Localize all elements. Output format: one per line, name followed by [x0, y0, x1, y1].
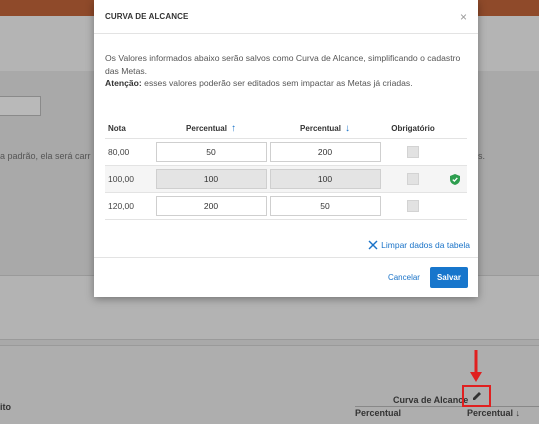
cancel-button[interactable]: Cancelar — [388, 273, 420, 282]
percentual-down-input[interactable]: 200 — [269, 142, 381, 162]
obrigatorio-checkbox[interactable] — [407, 200, 419, 212]
table-header: Nota Percentual ↑ Percentual ↓ Obrigatór… — [105, 118, 467, 139]
save-button[interactable]: Salvar — [429, 267, 468, 288]
edit-curva-button[interactable] — [462, 385, 491, 407]
warning-label: Atenção: — [105, 78, 142, 88]
red-down-arrow — [470, 350, 482, 382]
percentual-down-input: 100 — [269, 169, 381, 189]
header-percentual-down-label: Percentual — [300, 123, 341, 133]
curva-table: Nota Percentual ↑ Percentual ↓ Obrigatór… — [105, 118, 467, 220]
obrigatorio-checkbox[interactable] — [407, 146, 419, 158]
modal-footer: Cancelar Salvar — [94, 257, 478, 297]
header-nota: Nota — [108, 123, 126, 133]
curva-de-alcance-label: Curva de Alcance — [393, 395, 469, 405]
background-text-right: s. — [478, 151, 486, 161]
table-row: 100,00 100 100 — [105, 166, 467, 193]
section-label: ito — [0, 402, 11, 412]
header-divider — [355, 406, 539, 407]
shield-check-icon — [450, 173, 460, 185]
percentual-header-2: Percentual ↓ — [467, 408, 521, 418]
percentual-up-input[interactable]: 50 — [155, 142, 267, 162]
header-percentual-up[interactable]: Percentual ↑ — [155, 123, 267, 134]
modal-header: CURVA DE ALCANCE × — [94, 0, 478, 34]
background-text: a padrão, ela será carr — [0, 151, 91, 161]
arrow-up-icon: ↑ — [230, 122, 236, 134]
modal-title: CURVA DE ALCANCE — [105, 12, 189, 21]
percentual-up-input: 100 — [155, 169, 267, 189]
close-icon[interactable]: × — [460, 11, 467, 23]
header-percentual-up-label: Percentual — [186, 123, 227, 133]
table-row: 120,00 200 50 — [105, 193, 467, 220]
obrigatorio-checkbox[interactable] — [407, 173, 419, 185]
background-input[interactable] — [0, 96, 41, 116]
description-text: Os Valores informados abaixo serão salvo… — [105, 53, 461, 76]
warning-body: esses valores poderão ser editados sem i… — [141, 78, 413, 88]
sort-down-icon: ↓ — [515, 408, 521, 418]
table-row: 80,00 50 200 — [105, 139, 467, 166]
clear-table-label: Limpar dados da tabela — [381, 240, 470, 250]
pencil-icon — [472, 392, 481, 400]
modal-description: Os Valores informados abaixo serão salvo… — [105, 52, 473, 90]
background-table-section — [0, 345, 539, 424]
header-percentual-down[interactable]: Percentual ↓ — [267, 123, 383, 134]
percentual-up-input[interactable]: 200 — [155, 196, 267, 216]
header-obrigatorio: Obrigatório — [391, 123, 435, 133]
warning-text: Atenção: esses valores poderão ser edita… — [105, 77, 473, 90]
nota-value: 80,00 — [108, 147, 130, 157]
arrow-down-icon: ↓ — [344, 122, 350, 134]
nota-value: 100,00 — [108, 174, 134, 184]
curva-de-alcance-modal: CURVA DE ALCANCE × Os Valores informados… — [94, 0, 478, 297]
nota-value: 120,00 — [108, 201, 134, 211]
x-icon — [368, 240, 378, 250]
percentual-header-1: Percentual — [355, 408, 402, 418]
clear-table-link[interactable]: Limpar dados da tabela — [368, 240, 470, 250]
percentual-down-input[interactable]: 50 — [269, 196, 381, 216]
